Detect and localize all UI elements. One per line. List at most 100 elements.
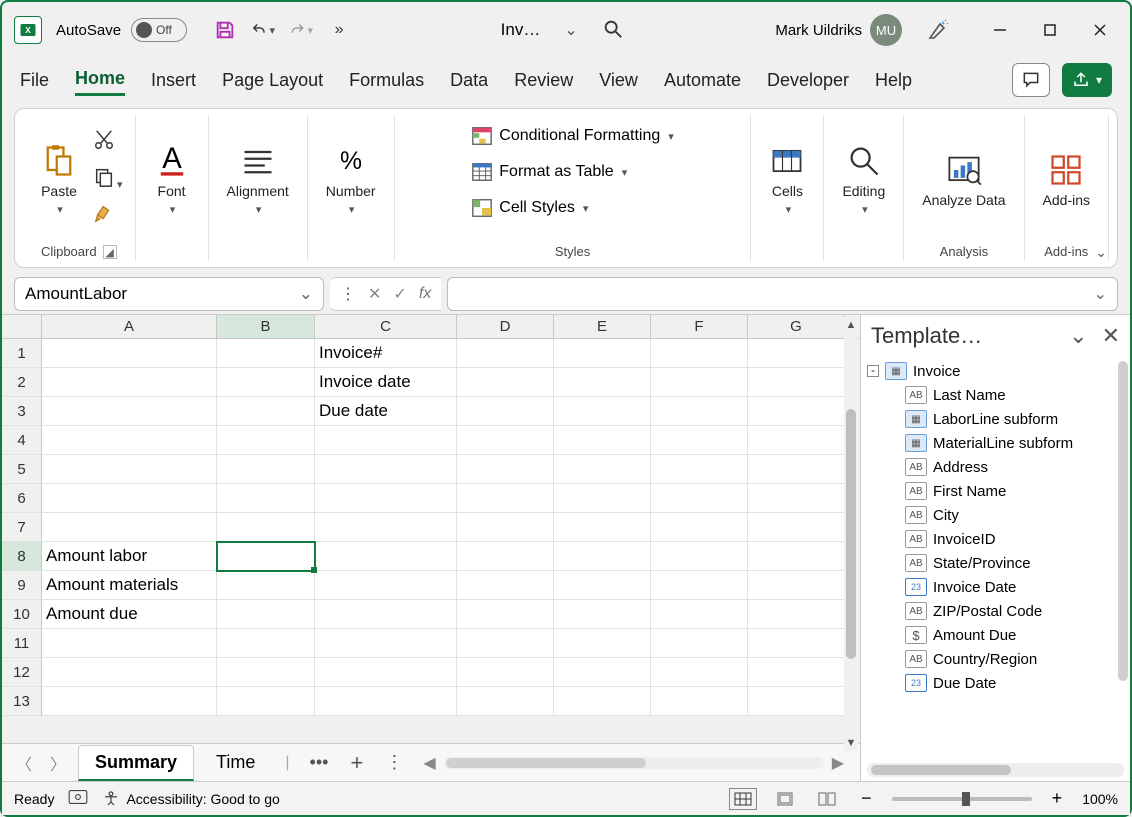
alignment-button[interactable]: Alignment ▾ (221, 139, 295, 220)
cell-styles-button[interactable]: Cell Styles▾ (471, 197, 588, 219)
tab-page-layout[interactable]: Page Layout (222, 66, 323, 95)
copy-icon[interactable]: ▾ (93, 166, 123, 193)
col-header-g[interactable]: G (748, 315, 845, 338)
tree-item[interactable]: ABCity (865, 503, 1126, 527)
tab-data[interactable]: Data (450, 66, 488, 95)
col-header-a[interactable]: A (42, 315, 217, 338)
pane-dropdown-icon[interactable]: ⌄ (1069, 323, 1087, 349)
col-header-b[interactable]: B (217, 315, 315, 338)
row-header[interactable]: 3 (2, 397, 42, 426)
select-all-corner[interactable] (2, 315, 42, 338)
format-as-table-button[interactable]: Format as Table▾ (471, 161, 627, 183)
number-button[interactable]: % Number ▾ (320, 139, 382, 220)
sheet-more-icon[interactable]: ••• (304, 752, 335, 773)
sheet-options-icon[interactable]: ⋮ (379, 752, 409, 773)
search-button[interactable] (602, 18, 626, 42)
cell[interactable]: Invoice# (315, 339, 457, 368)
user-account[interactable]: Mark Uildriks MU (775, 14, 902, 46)
zoom-out-button[interactable]: − (855, 788, 878, 809)
tab-developer[interactable]: Developer (767, 66, 849, 95)
enter-formula-icon[interactable]: ✓ (393, 284, 406, 304)
active-cell[interactable] (217, 542, 315, 571)
view-page-break-button[interactable] (813, 788, 841, 810)
tree-item[interactable]: ABState/Province (865, 551, 1126, 575)
formula-more-icon[interactable]: ⋮ (340, 284, 356, 304)
cell[interactable]: Amount materials (42, 571, 217, 600)
tree-item[interactable]: ABLast Name (865, 383, 1126, 407)
close-button[interactable] (1088, 18, 1112, 42)
view-normal-button[interactable] (729, 788, 757, 810)
tree-item[interactable]: ABAddress (865, 455, 1126, 479)
fx-icon[interactable]: fx (419, 285, 431, 303)
cell[interactable] (554, 339, 651, 368)
tab-formulas[interactable]: Formulas (349, 66, 424, 95)
undo-button[interactable]: ▾ (251, 18, 275, 42)
formula-expand-icon[interactable]: ⌄ (1094, 284, 1107, 304)
col-header-e[interactable]: E (554, 315, 651, 338)
pane-horizontal-scrollbar[interactable] (867, 763, 1124, 777)
cell[interactable]: Invoice date (315, 368, 457, 397)
new-sheet-button[interactable]: + (340, 750, 373, 776)
share-button[interactable]: ▾ (1062, 63, 1112, 97)
accessibility-status[interactable]: Accessibility: Good to go (102, 790, 279, 808)
zoom-level[interactable]: 100% (1082, 791, 1118, 807)
paste-button[interactable]: Paste ▾ (35, 139, 83, 220)
maximize-button[interactable] (1038, 18, 1062, 42)
format-painter-icon[interactable] (93, 203, 123, 230)
pane-close-icon[interactable]: ✕ (1102, 323, 1120, 349)
editing-button[interactable]: Editing ▾ (836, 139, 891, 220)
font-button[interactable]: A Font ▾ (148, 139, 196, 220)
tree-item[interactable]: 23Due Date (865, 671, 1126, 695)
zoom-in-button[interactable]: + (1046, 788, 1069, 809)
name-box[interactable]: AmountLabor ⌄ (14, 277, 324, 311)
tree-item[interactable]: $Amount Due (865, 623, 1126, 647)
save-icon[interactable] (213, 18, 237, 42)
pane-scrollbar[interactable] (1118, 361, 1128, 681)
tree-item[interactable]: ▦MaterialLine subform (865, 431, 1126, 455)
ribbon-collapse-icon[interactable]: ⌄ (1095, 244, 1107, 261)
cell[interactable]: Due date (315, 397, 457, 426)
tab-view[interactable]: View (599, 66, 638, 95)
spreadsheet-grid[interactable]: A B C D E F G 1 Invoice# 2 Invoice date (2, 315, 860, 781)
document-name[interactable]: Inv… (501, 20, 541, 40)
row-header[interactable]: 1 (2, 339, 42, 368)
sheet-tab-time[interactable]: Time (200, 746, 271, 779)
cancel-formula-icon[interactable]: ✕ (368, 284, 381, 304)
doc-name-chevron-icon[interactable]: ⌄ (564, 20, 577, 40)
qat-overflow[interactable]: » (327, 18, 351, 42)
sheet-tab-summary[interactable]: Summary (78, 745, 194, 781)
cell[interactable]: Amount labor (42, 542, 217, 571)
horizontal-scrollbar[interactable]: ◀▶ (415, 753, 852, 773)
zoom-slider[interactable] (892, 797, 1032, 801)
vertical-scrollbar[interactable]: ▲▼ (844, 317, 858, 751)
cell[interactable] (748, 339, 845, 368)
col-header-c[interactable]: C (315, 315, 457, 338)
tab-help[interactable]: Help (875, 66, 912, 95)
cut-icon[interactable] (93, 129, 123, 156)
cell[interactable] (457, 339, 554, 368)
analyze-data-button[interactable]: Analyze Data (916, 148, 1011, 212)
tree-item[interactable]: ABFirst Name (865, 479, 1126, 503)
tab-file[interactable]: File (20, 66, 49, 95)
collapse-icon[interactable]: - (867, 365, 879, 377)
macro-record-icon[interactable] (68, 789, 88, 808)
col-header-f[interactable]: F (651, 315, 748, 338)
tree-item[interactable]: 23Invoice Date (865, 575, 1126, 599)
row-header[interactable]: 2 (2, 368, 42, 397)
coming-soon-icon[interactable] (926, 18, 950, 42)
cell[interactable] (217, 339, 315, 368)
tab-home[interactable]: Home (75, 64, 125, 96)
tree-root[interactable]: - ▦ Invoice (865, 359, 1126, 383)
sheet-nav-next[interactable]: 〉 (44, 749, 72, 777)
tab-insert[interactable]: Insert (151, 66, 196, 95)
autosave-toggle[interactable]: Off (131, 18, 187, 42)
col-header-d[interactable]: D (457, 315, 554, 338)
sheet-nav-prev[interactable]: 〈 (10, 749, 38, 777)
tree-item[interactable]: ABZIP/Postal Code (865, 599, 1126, 623)
redo-button[interactable]: ▾ (289, 18, 313, 42)
formula-bar[interactable]: ⌄ (447, 277, 1118, 311)
tree-item[interactable]: ▦LaborLine subform (865, 407, 1126, 431)
view-page-layout-button[interactable] (771, 788, 799, 810)
cells-button[interactable]: Cells ▾ (763, 139, 811, 220)
minimize-button[interactable] (988, 18, 1012, 42)
